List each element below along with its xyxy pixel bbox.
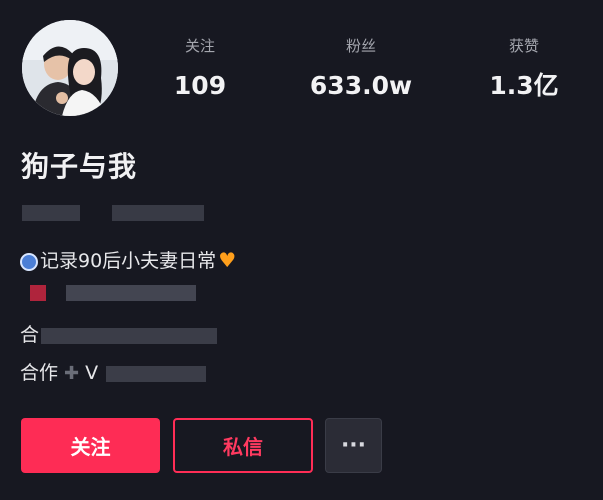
bio-text: 记录90后小夫妻日常 bbox=[40, 250, 217, 272]
stat-following[interactable]: 关注 109 bbox=[135, 36, 265, 100]
followers-count: 633.0w bbox=[309, 71, 413, 100]
blurred-bio-line bbox=[30, 283, 196, 303]
bio-line-1: 记录90后小夫妻日常 ♥ bbox=[20, 246, 236, 273]
blurred-contact-2 bbox=[106, 365, 207, 382]
bio-line-3: 合作 ✚ V bbox=[20, 358, 207, 385]
more-options-button[interactable]: ··· bbox=[325, 418, 382, 473]
profile-name: 狗子与我 bbox=[21, 150, 138, 183]
bio-line-3-prefix: 合作 bbox=[20, 362, 59, 384]
message-button[interactable]: 私信 bbox=[173, 418, 313, 473]
following-count: 109 bbox=[173, 71, 227, 100]
blurred-account-id bbox=[22, 203, 204, 223]
stat-likes[interactable]: 获赞 1.3亿 bbox=[459, 36, 589, 100]
stat-followers[interactable]: 粉丝 633.0w bbox=[296, 36, 426, 100]
orange-heart-icon: ♥ bbox=[218, 248, 237, 272]
likes-label: 获赞 bbox=[508, 37, 539, 55]
couple-avatar-photo bbox=[22, 20, 118, 116]
follow-button[interactable]: 关注 bbox=[21, 418, 160, 473]
likes-count: 1.3亿 bbox=[489, 71, 559, 100]
blurred-contact bbox=[41, 327, 218, 344]
following-label: 关注 bbox=[184, 37, 215, 55]
bio-line-2: 合 bbox=[20, 320, 218, 347]
plus-icon: ✚ bbox=[64, 363, 80, 384]
camera-icon bbox=[20, 252, 38, 271]
followers-label: 粉丝 bbox=[345, 37, 376, 55]
bio-line-2-prefix: 合 bbox=[20, 324, 40, 346]
bio-line-3-partial: V bbox=[85, 362, 99, 384]
profile-stats: 关注 109 粉丝 633.0w 获赞 1.3亿 bbox=[150, 36, 580, 106]
avatar[interactable] bbox=[22, 20, 118, 116]
